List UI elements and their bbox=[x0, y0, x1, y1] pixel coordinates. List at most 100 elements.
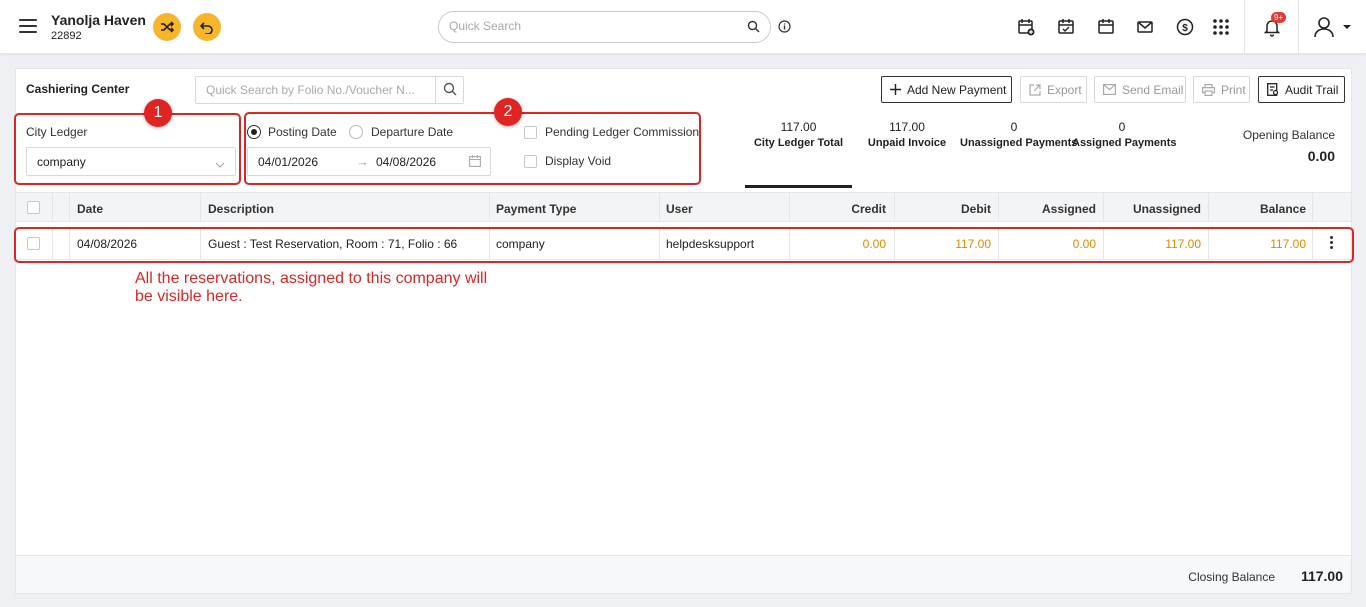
plus-icon bbox=[890, 84, 901, 95]
add-new-payment-label: Add New Payment bbox=[907, 82, 1007, 97]
departure-date-radio[interactable] bbox=[349, 125, 363, 139]
unpaid-invoice-tab[interactable]: 117.00 Unpaid Invoice bbox=[861, 120, 953, 149]
column-header-unassigned[interactable]: Unassigned bbox=[1103, 202, 1201, 216]
city-ledger-select[interactable]: company bbox=[26, 147, 236, 176]
quick-search-input[interactable] bbox=[449, 19, 729, 33]
date-range-picker[interactable]: 04/01/2026 → 04/08/2026 bbox=[247, 147, 491, 176]
mail-icon bbox=[1103, 84, 1116, 95]
table-row[interactable]: 04/08/2026 Guest : Test Reservation, Roo… bbox=[16, 228, 1351, 260]
folio-search-button[interactable] bbox=[435, 77, 463, 103]
pending-ledger-commission-label: Pending Ledger Commission bbox=[545, 125, 700, 139]
quick-search[interactable] bbox=[438, 11, 771, 43]
city-ledger-total-label: City Ledger Total bbox=[753, 137, 844, 149]
annotation-marker-1: 1 bbox=[144, 99, 172, 127]
cashiering-panel: Cashiering Center Add New Payment Export… bbox=[15, 68, 1352, 594]
display-void-label: Display Void bbox=[545, 154, 612, 168]
arrow-right-icon: → bbox=[356, 154, 369, 169]
unassigned-payments-label: Unassigned Payments bbox=[960, 137, 1078, 149]
add-new-payment-button[interactable]: Add New Payment bbox=[881, 76, 1012, 103]
table-header: Date Description Payment Type User Credi… bbox=[16, 192, 1351, 222]
apps-grid-icon[interactable] bbox=[1210, 16, 1232, 38]
calendar-check-icon[interactable] bbox=[1055, 16, 1077, 38]
unpaid-invoice-label: Unpaid Invoice bbox=[867, 137, 947, 149]
opening-balance-label: Opening Balance bbox=[1242, 128, 1335, 142]
city-ledger-label: City Ledger bbox=[26, 125, 88, 139]
city-ledger-value: company bbox=[37, 155, 86, 169]
search-icon[interactable] bbox=[747, 20, 760, 36]
hotel-name: Yanolja Haven bbox=[51, 12, 146, 28]
annotation-note: All the reservations, assigned to this c… bbox=[135, 270, 488, 305]
cell-date: 04/08/2026 bbox=[77, 237, 138, 251]
assigned-payments-tab[interactable]: 0 Assigned Payments bbox=[1072, 120, 1177, 149]
date-to[interactable]: 04/08/2026 bbox=[376, 155, 436, 169]
column-header-balance[interactable]: Balance bbox=[1208, 202, 1306, 216]
assigned-payments-value: 0 bbox=[1118, 120, 1126, 134]
column-header-debit[interactable]: Debit bbox=[894, 202, 991, 216]
column-header-credit[interactable]: Credit bbox=[789, 202, 886, 216]
mail-icon[interactable] bbox=[1134, 16, 1156, 38]
active-tab-indicator bbox=[745, 185, 852, 188]
folio-search-input[interactable] bbox=[206, 83, 431, 97]
send-email-label: Send Email bbox=[1122, 82, 1184, 97]
date-from[interactable]: 04/01/2026 bbox=[258, 155, 318, 169]
column-header-description[interactable]: Description bbox=[208, 202, 274, 216]
cell-payment-type: company bbox=[496, 237, 545, 251]
audit-trail-button[interactable]: Audit Trail bbox=[1258, 76, 1345, 103]
opening-balance-value: 0.00 bbox=[1307, 148, 1335, 164]
chevron-down-icon bbox=[215, 157, 225, 171]
cell-description: Guest : Test Reservation, Room : 71, Fol… bbox=[208, 237, 458, 251]
notification-badge: 9+ bbox=[1271, 12, 1287, 23]
search-icon bbox=[443, 82, 457, 99]
calendar-icon bbox=[469, 155, 481, 170]
hotel-id: 22892 bbox=[51, 30, 82, 42]
dollar-icon[interactable]: $ bbox=[1174, 16, 1196, 38]
column-header-user[interactable]: User bbox=[666, 202, 693, 216]
table-footer: Closing Balance 117.00 bbox=[16, 555, 1351, 593]
send-email-button[interactable]: Send Email bbox=[1094, 76, 1186, 103]
annotation-marker-2: 2 bbox=[494, 98, 522, 126]
print-label: Print bbox=[1221, 82, 1246, 97]
undo-icon[interactable] bbox=[193, 13, 221, 41]
pending-ledger-commission-checkbox[interactable] bbox=[524, 126, 537, 139]
audit-icon bbox=[1267, 83, 1279, 96]
departure-date-label: Departure Date bbox=[371, 125, 454, 139]
export-label: Export bbox=[1047, 82, 1082, 97]
print-icon bbox=[1202, 83, 1215, 96]
posting-date-label: Posting Date bbox=[268, 125, 337, 139]
column-header-payment-type[interactable]: Payment Type bbox=[496, 202, 576, 216]
calendar-icon[interactable] bbox=[1095, 16, 1117, 38]
cell-debit: 117.00 bbox=[955, 237, 991, 251]
cell-credit: 0.00 bbox=[862, 237, 886, 251]
audit-trail-label: Audit Trail bbox=[1285, 82, 1339, 97]
cell-assigned: 0.00 bbox=[1072, 237, 1096, 251]
unassigned-payments-value: 0 bbox=[1010, 120, 1018, 134]
city-ledger-total-value: 117.00 bbox=[780, 120, 817, 134]
closing-balance-label: Closing Balance bbox=[1188, 570, 1275, 584]
shuffle-icon[interactable] bbox=[153, 13, 181, 41]
menu-icon[interactable] bbox=[19, 19, 37, 33]
city-ledger-total-tab[interactable]: 117.00 City Ledger Total bbox=[745, 120, 852, 149]
info-icon[interactable] bbox=[778, 20, 791, 36]
display-void-checkbox[interactable] bbox=[524, 155, 537, 168]
posting-date-radio[interactable] bbox=[247, 125, 261, 139]
closing-balance-value: 117.00 bbox=[1300, 568, 1343, 584]
print-button[interactable]: Print bbox=[1193, 76, 1250, 103]
select-all-checkbox[interactable] bbox=[27, 201, 40, 214]
export-button[interactable]: Export bbox=[1020, 76, 1087, 103]
row-checkbox[interactable] bbox=[27, 237, 40, 250]
unassigned-payments-tab[interactable]: 0 Unassigned Payments bbox=[960, 120, 1078, 149]
export-icon bbox=[1029, 83, 1041, 96]
column-header-assigned[interactable]: Assigned bbox=[998, 202, 1096, 216]
top-bar: Yanolja Haven 22892 $ 9+ bbox=[0, 0, 1366, 54]
row-menu-icon[interactable] bbox=[1330, 236, 1334, 249]
opening-balance: Opening Balance 0.00 bbox=[1243, 128, 1335, 164]
folio-search[interactable] bbox=[195, 76, 464, 104]
unpaid-invoice-value: 117.00 bbox=[889, 120, 925, 134]
column-header-date[interactable]: Date bbox=[77, 202, 103, 216]
page-title: Cashiering Center bbox=[26, 82, 130, 96]
calendar-add-icon[interactable] bbox=[1015, 16, 1037, 38]
cell-unassigned: 117.00 bbox=[1165, 237, 1201, 251]
user-menu-icon[interactable] bbox=[1311, 16, 1355, 38]
cell-user: helpdesksupport bbox=[666, 237, 755, 251]
cell-balance: 117.00 bbox=[1270, 237, 1306, 251]
